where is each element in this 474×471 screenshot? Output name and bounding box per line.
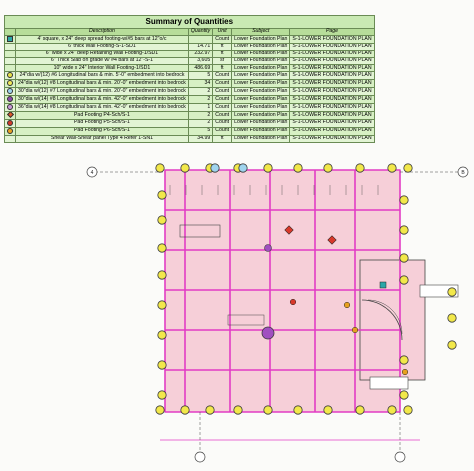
pier-marker bbox=[323, 163, 333, 173]
pier-marker bbox=[157, 215, 167, 225]
pier-marker bbox=[155, 405, 165, 415]
pier-marker bbox=[399, 355, 409, 365]
pier-marker bbox=[323, 405, 333, 415]
pier-marker-large bbox=[261, 326, 275, 340]
pier-marker bbox=[233, 405, 243, 415]
grid-bubble-bottom bbox=[194, 451, 206, 463]
pier-marker bbox=[157, 243, 167, 253]
pier-marker-blue bbox=[238, 163, 248, 173]
pier-marker bbox=[447, 287, 457, 297]
pier-marker bbox=[403, 405, 413, 415]
pier-marker bbox=[263, 405, 273, 415]
pier-marker bbox=[355, 405, 365, 415]
pier-marker bbox=[157, 190, 167, 200]
pier-marker bbox=[387, 405, 397, 415]
pier-marker-blue bbox=[210, 163, 220, 173]
note-box bbox=[369, 376, 409, 390]
pad-footing-marker bbox=[343, 301, 351, 309]
grid-label-left: 4 bbox=[91, 170, 94, 176]
pier-marker bbox=[157, 270, 167, 280]
pier-marker bbox=[157, 390, 167, 400]
pier-marker bbox=[157, 360, 167, 370]
pier-marker bbox=[399, 390, 409, 400]
spread-footing-marker bbox=[379, 281, 387, 289]
pier-marker bbox=[263, 163, 273, 173]
pad-footing-marker bbox=[289, 298, 297, 306]
pad-footing-marker bbox=[401, 368, 409, 376]
pier-marker bbox=[157, 330, 167, 340]
foundation-plan-drawing: 4B bbox=[86, 163, 469, 463]
pier-marker bbox=[293, 163, 303, 173]
drawing-sheet: Summary of Quantities Description Quanti… bbox=[0, 0, 474, 471]
pier-marker-small bbox=[264, 244, 272, 252]
pier-marker bbox=[205, 405, 215, 415]
pier-marker bbox=[180, 405, 190, 415]
stair-wing bbox=[359, 259, 426, 381]
pad-footing-marker bbox=[351, 326, 359, 334]
pier-marker bbox=[399, 225, 409, 235]
pier-marker bbox=[447, 313, 457, 323]
pier-marker bbox=[355, 163, 365, 173]
pier-marker bbox=[387, 163, 397, 173]
pier-marker bbox=[155, 163, 165, 173]
pier-marker bbox=[157, 300, 167, 310]
pier-marker bbox=[399, 275, 409, 285]
pier-marker bbox=[293, 405, 303, 415]
pier-marker bbox=[180, 163, 190, 173]
pier-marker bbox=[399, 253, 409, 263]
grid-bubble-bottom bbox=[394, 451, 406, 463]
pier-marker bbox=[399, 195, 409, 205]
pier-marker bbox=[447, 340, 457, 350]
pier-marker bbox=[403, 163, 413, 173]
